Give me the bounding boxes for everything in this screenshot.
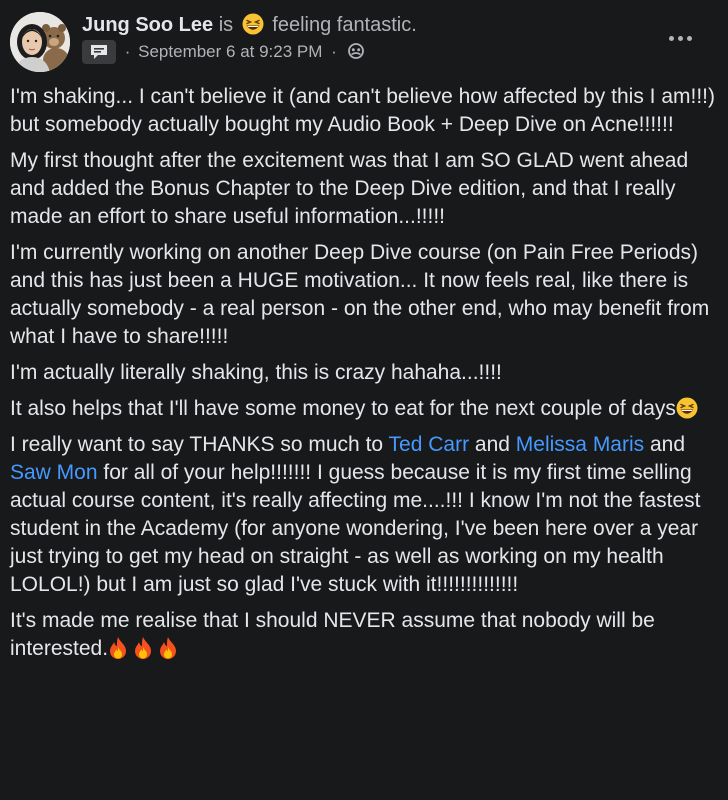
post-meta: · September 6 at 9:23 PM · — [82, 40, 365, 64]
feeling-prefix: is — [218, 14, 234, 36]
fire-icon — [160, 637, 177, 659]
meta-separator-2: · — [331, 42, 337, 61]
paragraph-6-before: I really want to say THANKS so much to — [10, 433, 389, 456]
paragraph-4: I'm actually literally shaking, this is … — [10, 361, 502, 384]
group-chat-icon[interactable] — [82, 40, 116, 64]
paragraph-7: It's made me realise that I should NEVER… — [10, 607, 722, 663]
post-header: Jung Soo Lee is feeling fantastic. · Sep… — [10, 12, 718, 72]
avatar-photo-icon — [10, 12, 70, 72]
more-options-button[interactable] — [662, 26, 698, 50]
mention-melissa-maris[interactable]: Melissa Maris — [516, 433, 644, 456]
grinning-squinting-face-icon — [242, 13, 264, 35]
post-body: I'm shaking... I can't believe it (and c… — [10, 83, 722, 671]
author-line: Jung Soo Lee is feeling fantastic. — [82, 13, 417, 37]
paragraph-6-and-2: and — [644, 433, 686, 456]
paragraph-5-text: It also helps that I'll have some money … — [10, 397, 676, 420]
paragraph-6: I really want to say THANKS so much to T… — [10, 431, 722, 599]
mention-ted-carr[interactable]: Ted Carr — [389, 433, 470, 456]
post-timestamp[interactable]: September 6 at 9:23 PM — [138, 42, 322, 61]
author-name[interactable]: Jung Soo Lee — [82, 14, 213, 36]
meta-separator: · — [124, 42, 131, 61]
paragraph-1: I'm shaking... I can't believe it (and c… — [10, 85, 715, 136]
paragraph-5: It also helps that I'll have some money … — [10, 395, 722, 423]
paragraph-3: I'm currently working on another Deep Di… — [10, 241, 710, 348]
paragraph-2: My first thought after the excitement wa… — [10, 149, 689, 228]
avatar[interactable] — [10, 12, 70, 72]
fire-icon — [135, 637, 152, 659]
grinning-squinting-face-icon — [676, 397, 698, 419]
paragraph-6-after: for all of your help!!!!!!! I guess beca… — [10, 461, 701, 596]
paragraph-6-and-1: and — [469, 433, 516, 456]
feeling-status[interactable]: feeling fantastic. — [272, 14, 417, 36]
more-options-icon — [668, 35, 674, 41]
group-audience-icon[interactable] — [347, 42, 365, 60]
mention-saw-mon[interactable]: Saw Mon — [10, 461, 98, 484]
fire-icon — [110, 637, 127, 659]
facebook-post: Jung Soo Lee is feeling fantastic. · Sep… — [0, 0, 728, 800]
paragraph-7-text: It's made me realise that I should NEVER… — [10, 609, 655, 660]
